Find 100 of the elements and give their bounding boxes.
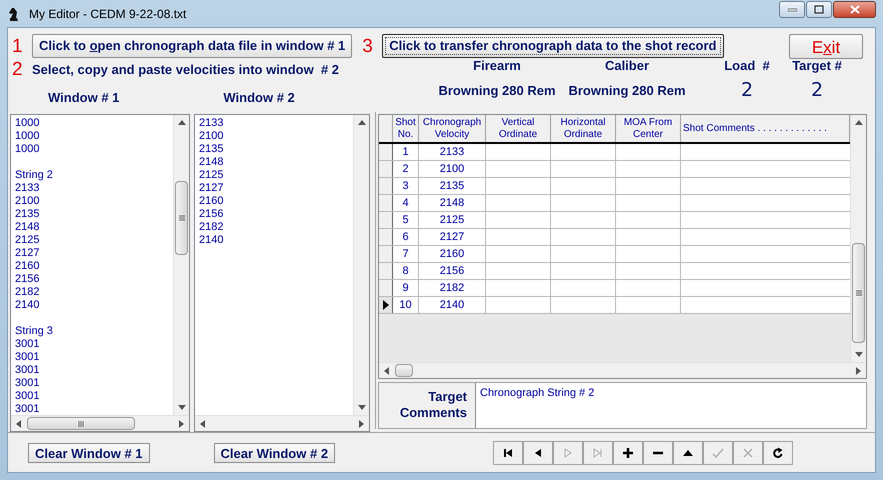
table-cell: 9 [393,280,419,296]
list-line: 3001 [15,351,40,364]
maximize-button[interactable] [806,1,832,18]
list-line: 2156 [199,208,224,221]
column-header[interactable]: Chronograph Velocity [419,115,486,142]
vertical-scrollbar[interactable] [173,115,189,415]
scroll-left-icon[interactable] [200,420,205,428]
maximize-icon [814,5,824,14]
list-line: 2100 [199,130,224,143]
exit-button[interactable]: Exit [789,34,863,58]
list-line: 2182 [15,286,40,299]
vertical-scrollbar[interactable] [850,115,866,362]
scroll-up-icon[interactable] [178,120,186,125]
row-selector[interactable] [379,297,393,313]
list-line: 2140 [199,234,224,247]
table-cell: 7 [393,246,419,262]
data-grid[interactable]: Shot No. Chronograph Velocity Vertical Ordinate Horizontal Ordinate MOA From Center Shot Comments . . . . . . . . . . . . . 1 2133 2 2100 3 2135 4 2148 5 2125 6 2127 7 2160 8 2156 9 2182 10 2140 [378,114,867,379]
list-line: 3001 [15,377,40,390]
navigator-button[interactable] [763,440,794,464]
field-value: Browning 280 Rem [438,82,556,100]
table-cell: 2 [393,161,419,177]
last-record-icon [592,446,604,458]
clear-window-button[interactable]: Clear Window # 1 [28,442,150,462]
list-line: 2100 [15,195,40,208]
table-cell: 5 [393,212,419,228]
field-label: Firearm [473,57,521,75]
close-icon [850,5,860,14]
column-header[interactable]: Shot No. [393,115,419,142]
list-line: 3001 [15,338,40,351]
minimize-icon [788,8,796,12]
horizontal-scrollbar[interactable] [379,362,866,378]
navigator-button[interactable] [643,440,674,464]
window-title: My Editor - CEDM 9-22-08.txt [29,6,186,22]
column-header[interactable]: Horizontal Ordinate [551,115,616,142]
navigator-button[interactable] [613,440,644,464]
list-line: 3001 [15,390,40,403]
list-line: 1000 [15,143,40,156]
column-header[interactable]: Vertical Ordinate [486,115,551,142]
navigator-button[interactable] [673,440,704,464]
scrollbar-thumb[interactable] [395,364,413,377]
list-line: 2127 [199,182,224,195]
comments-field[interactable]: Chronograph String # 2 [475,382,866,428]
window-label: Window # 1 [48,88,120,106]
horizontal-scrollbar[interactable] [11,415,189,431]
refresh-icon [772,446,784,458]
list-line: 2160 [15,260,40,273]
table-cell: 10 [393,297,419,313]
navigator-button[interactable] [493,440,524,464]
field-value: 2 [810,80,824,98]
table-cell: 2100 [419,161,486,177]
field-value: 2 [740,80,754,98]
list-line: 2125 [199,169,224,182]
scroll-down-icon[interactable] [358,405,366,410]
next-record-icon [562,446,574,458]
list-line: String 2 [15,169,54,182]
scroll-up-icon[interactable] [855,120,863,125]
instruction-text: Select, copy and paste velocities into window # 2 [32,61,340,79]
scroll-down-icon[interactable] [855,352,863,357]
list-box[interactable]: 2133 2100 2135 2148 2125 2127 2160 2156 2182 2140 [194,114,370,432]
checkmark-icon [712,446,724,458]
list-line: 1000 [15,117,40,130]
scrollbar-thumb[interactable] [852,243,865,343]
list-line: 2127 [15,247,40,260]
scroll-down-icon[interactable] [178,405,186,410]
column-header[interactable]: MOA From Center [616,115,681,142]
minimize-button[interactable] [779,1,805,18]
navigator-button[interactable] [523,440,554,464]
grip-icon [856,290,862,296]
list-line: 2156 [15,273,40,286]
table-cell: 3 [393,178,419,194]
clear-window-button[interactable]: Clear Window # 2 [214,442,336,462]
scroll-up-icon[interactable] [358,120,366,125]
table-cell: 2156 [419,263,486,279]
table-cell: 4 [393,195,419,211]
field-label: Caliber [604,57,650,75]
close-button[interactable] [833,1,876,18]
scrollbar-thumb[interactable] [175,181,188,255]
scrollbar-thumb[interactable] [27,417,135,430]
current-row-icon [382,300,388,310]
scroll-left-icon[interactable] [384,366,389,375]
list-line: 2133 [199,117,224,130]
table-cell: 2160 [419,246,486,262]
vertical-scrollbar[interactable] [353,115,369,415]
window-label: Window # 2 [223,88,295,106]
table-cell: 2135 [419,178,486,194]
list-line: 2148 [15,221,40,234]
list-line: 2133 [15,182,40,195]
step-button[interactable]: Click to open chronograph data file in window # 1 [32,34,352,58]
app-icon [7,6,21,22]
cross-icon [742,446,754,458]
list-line: 2182 [199,221,224,234]
list-line: 2135 [199,143,224,156]
scroll-right-icon[interactable] [359,420,364,428]
scroll-right-icon[interactable] [179,420,184,428]
horizontal-scrollbar[interactable] [195,415,369,431]
target-comments-label: Target Comments [398,389,467,422]
scroll-right-icon[interactable] [856,366,861,375]
step-button[interactable]: Click to transfer chronograph data to the shot record [382,34,724,58]
scroll-left-icon[interactable] [16,420,21,428]
list-box[interactable]: 1000 1000 1000 String 2 2133 2100 2135 2148 2125 2127 2160 2156 2182 2140 String 3 3001 3001 3001 3001 3001 3001 [10,114,190,432]
